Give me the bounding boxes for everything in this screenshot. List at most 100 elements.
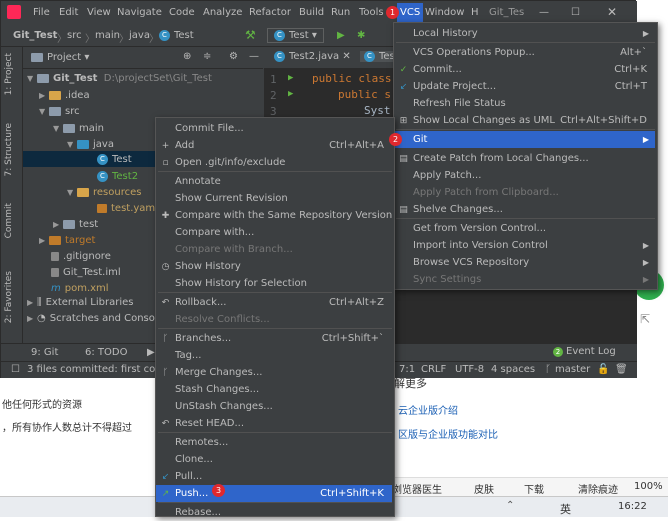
tree-item[interactable]: ▼ resources [67, 184, 141, 200]
bg-link[interactable]: 区版与企业版功能对比 [398, 426, 498, 441]
locate-icon[interactable]: ⊕ [183, 51, 191, 62]
tab-git[interactable]: 9: Git [31, 347, 58, 358]
skin-button[interactable]: 皮肤 [474, 481, 494, 496]
menu-navigate[interactable]: Navigate [117, 7, 162, 18]
menu-item-reset-head[interactable]: ↶ Reset HEAD... [156, 415, 392, 432]
clear-button[interactable]: 清除痕迹 [578, 481, 618, 496]
menu-item-show-local-changes-as-uml[interactable]: ⊞ Show Local Changes as UML Ctrl+Alt+Shift… [394, 112, 655, 129]
collapse-icon[interactable]: ≑ [203, 51, 211, 62]
encoding[interactable]: UTF-8 [455, 364, 484, 375]
menu-item-update-project[interactable]: ↙ Update Project... Ctrl+T [394, 78, 655, 95]
close-icon[interactable]: ✕ [607, 5, 617, 19]
menu-item-apply-patch-from-clipboard[interactable]: Apply Patch from Clipboard... [394, 184, 655, 201]
menu-analyze[interactable]: Analyze [203, 7, 242, 18]
menu-code[interactable]: Code [169, 7, 195, 18]
lock-icon[interactable]: 🔓 [597, 364, 609, 375]
code-line[interactable]: public s [338, 88, 391, 101]
status-message[interactable]: 3 files committed: first com [27, 364, 165, 375]
tab-structure[interactable]: 7: Structure [4, 123, 14, 177]
tree-item[interactable]: Git_Test.iml [51, 264, 121, 280]
menu-item-merge-changes[interactable]: ᚴ Merge Changes... [156, 364, 392, 381]
run-tab-icon[interactable]: ▶ [147, 347, 155, 358]
gear-icon[interactable]: ⚙ [229, 51, 238, 62]
tree-item[interactable]: .gitignore [51, 248, 111, 264]
breadcrumb-src[interactable]: src [67, 30, 82, 41]
menu-item-annotate[interactable]: Annotate [156, 173, 392, 190]
menu-item-open-git-info-exclude[interactable]: ▫ Open .git/info/exclude [156, 154, 392, 171]
menu-file[interactable]: File [33, 7, 50, 18]
caret-position[interactable]: 7:1 [399, 364, 415, 375]
menu-item-compare-with[interactable]: Compare with... [156, 224, 392, 241]
build-hammer-icon[interactable]: ⚒ [245, 28, 256, 42]
menu-run[interactable]: Run [331, 7, 350, 18]
menu-window[interactable]: Window [425, 7, 464, 18]
menu-view[interactable]: View [87, 7, 111, 18]
bg-link[interactable]: 云企业版介绍 [398, 402, 458, 417]
event-log[interactable]: 2 Event Log [553, 346, 616, 357]
code-line[interactable]: public class [312, 72, 391, 85]
tree-item[interactable]: ▶ ◔ Scratches and Consol [27, 310, 158, 326]
tree-item[interactable]: ▼ src [39, 103, 80, 119]
menu-refactor[interactable]: Refactor [249, 7, 291, 18]
menu-item-local-history[interactable]: Local History ▶ [394, 25, 655, 42]
breadcrumb-main[interactable]: main [95, 30, 120, 41]
menu-item-browse-vcs-repository[interactable]: Browse VCS Repository ▶ [394, 254, 655, 271]
menu-item-clone[interactable]: Clone... [156, 451, 392, 468]
menu-build[interactable]: Build [299, 7, 324, 18]
minimize-icon[interactable]: — [539, 7, 549, 18]
menu-item-create-patch-from-local-changes[interactable]: ▤ Create Patch from Local Changes... [394, 150, 655, 167]
tray-chevron-icon[interactable]: ⌃ [506, 500, 514, 511]
menu-item-commit[interactable]: ✓ Commit... Ctrl+K [394, 61, 655, 78]
menu-item-unstash-changes[interactable]: UnStash Changes... [156, 398, 392, 415]
tree-root[interactable]: ▼ Git_Test D:\projectSet\Git_Test [27, 70, 212, 86]
tree-item[interactable]: ▼ java [67, 136, 114, 152]
run-config-select[interactable]: C Test ▾ [267, 28, 324, 43]
tab-commit[interactable]: Commit [4, 203, 14, 238]
menu-item-get-from-version-control[interactable]: Get from Version Control... [394, 220, 655, 237]
code-line[interactable]: Syst [364, 104, 391, 117]
menu-tools[interactable]: Tools [359, 7, 384, 18]
clock[interactable]: 16:22 [618, 501, 647, 512]
git-branch[interactable]: master [555, 364, 590, 375]
menu-item-import-into-version-control[interactable]: Import into Version Control ▶ [394, 237, 655, 254]
menu-item-compare-with-branch[interactable]: Compare with Branch... [156, 241, 392, 258]
tree-item[interactable]: ▶ ⫼ External Libraries [27, 294, 133, 310]
tree-item[interactable]: ▼ main [53, 120, 104, 136]
menu-item-show-history[interactable]: ◷ Show History [156, 258, 392, 275]
indent[interactable]: 4 spaces [491, 364, 535, 375]
maximize-icon[interactable]: ☐ [571, 7, 580, 18]
tree-item[interactable]: ▶ target [39, 232, 95, 248]
project-view-select[interactable]: Project ▾ [31, 52, 89, 63]
menu-help[interactable]: H [471, 7, 479, 18]
menu-item-resolve-conflicts[interactable]: Resolve Conflicts... [156, 311, 392, 328]
menu-item-stash-changes[interactable]: Stash Changes... [156, 381, 392, 398]
menu-item-tag[interactable]: Tag... [156, 347, 392, 364]
tab-project[interactable]: 1: Project [4, 53, 14, 95]
menu-item-commit-file[interactable]: Commit File... [156, 120, 392, 137]
hide-icon[interactable]: — [249, 51, 259, 62]
tree-item[interactable]: test.yaml [97, 200, 158, 216]
tree-item[interactable]: ▶ .idea [39, 87, 90, 103]
line-separator[interactable]: CRLF [421, 364, 446, 375]
tree-item[interactable]: ▶ test [53, 216, 98, 232]
menu-item-rebase[interactable]: Rebase... [156, 504, 392, 521]
breadcrumb-project[interactable]: Git_Test [13, 30, 57, 41]
menu-vcs[interactable]: VCS [397, 3, 424, 22]
tree-item-selected[interactable]: C Test [23, 151, 157, 167]
menu-edit[interactable]: Edit [59, 7, 78, 18]
menu-item-push[interactable]: ↗ Push... Ctrl+Shift+K [156, 485, 392, 502]
menu-item-apply-patch[interactable]: Apply Patch... [394, 167, 655, 184]
menu-item-rollback[interactable]: ↶ Rollback... Ctrl+Alt+Z [156, 294, 392, 311]
run-gutter-icon[interactable]: ▶ [288, 73, 293, 83]
menu-item-show-current-revision[interactable]: Show Current Revision [156, 190, 392, 207]
menu-item-vcs-operations-popup[interactable]: VCS Operations Popup... Alt+` [394, 44, 655, 61]
share-icon[interactable]: ⇱ [640, 312, 658, 330]
breadcrumb-test[interactable]: C Test [159, 30, 194, 41]
browser-doctor[interactable]: 浏览器医生 [392, 481, 442, 496]
download-button[interactable]: 下载 [524, 481, 544, 496]
run-icon[interactable]: ▶ [337, 30, 345, 41]
trash-icon[interactable]: 🗑 [615, 364, 628, 375]
tab-test2[interactable]: C Test2.java ✕ [274, 51, 351, 62]
menu-item-sync-settings[interactable]: Sync Settings ▶ [394, 271, 655, 288]
zoom-level[interactable]: 100% [634, 481, 663, 492]
